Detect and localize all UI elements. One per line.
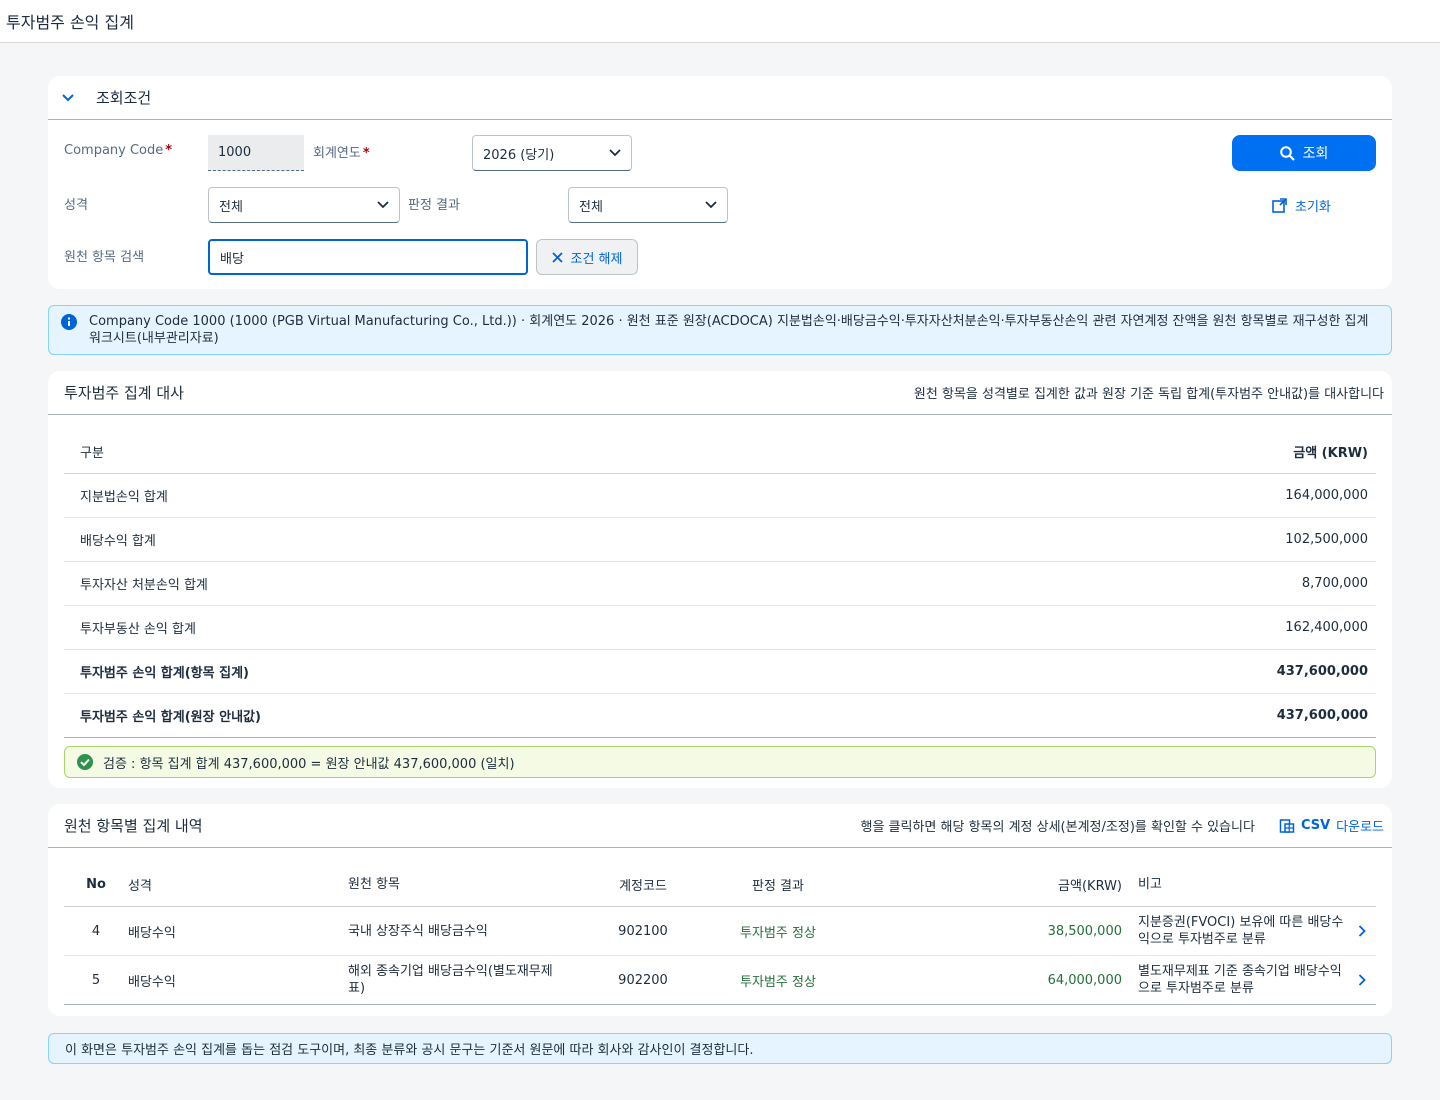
summary-hint: 원천 항목을 성격별로 집계한 값과 원장 기준 독립 합계(투자범주 안내값)… <box>913 387 1384 402</box>
navigation-arrow-icon[interactable] <box>1348 925 1376 937</box>
validation-strip: 검증 : 항목 집계 합계 437,600,000 = 원장 안내값 437,6… <box>64 746 1376 778</box>
row-label: 투자자산 처분손익 합계 <box>80 578 208 593</box>
summary-table: 구분 금액 (KRW) 지분법손익 합계 164,000,000 배당수익 합계… <box>64 429 1376 738</box>
row-amount: 38,500,000 <box>1047 923 1122 939</box>
filter-title: 조회조건 <box>96 89 152 107</box>
row-code: 902100 <box>618 923 668 939</box>
validation-text: 검증 : 항목 집계 합계 437,600,000 = 원장 안내값 437,6… <box>103 756 515 772</box>
col-type: 성격 <box>128 878 152 894</box>
row-type: 배당수익 <box>128 925 176 941</box>
search-input[interactable]: 배당 <box>208 239 528 275</box>
search-icon <box>1279 145 1295 161</box>
shell-bar: 투자범주 손익 집계 <box>0 0 1440 43</box>
row-amount: 437,600,000 <box>1276 664 1368 679</box>
row-item: 국내 상장주식 배당금수익 <box>348 923 488 939</box>
table-row: 지분법손익 합계 164,000,000 <box>64 474 1376 518</box>
row-label: 투자범주 손익 합계(원장 안내값) <box>80 710 261 725</box>
detail-hint: 행을 클릭하면 해당 항목의 계정 상세(본계정/조정)를 확인할 수 있습니다 <box>860 820 1255 835</box>
col-code: 계정코드 <box>619 878 667 894</box>
filter-panel: 조회조건 Company Code * 1000 회계연도 * 2026 (당기) … <box>48 76 1392 289</box>
nature-label: 성격 <box>64 198 88 213</box>
summary-title: 투자범주 집계 대사 <box>64 384 184 402</box>
chevron-down-icon[interactable] <box>60 90 76 106</box>
chevron-down-icon <box>705 201 717 209</box>
nature-select[interactable]: 전체 <box>208 187 400 223</box>
detail-table: No 성격 원천 항목 계정코드 판정 결과 금액(KRW) 비고 4 배당수익… <box>64 862 1376 1005</box>
row-item: 해외 종속기업 배당금수익(별도재무제표) <box>348 964 553 996</box>
row-amount: 64,000,000 <box>1047 972 1122 988</box>
search-label: 원천 항목 검색 <box>64 250 145 265</box>
reset-button[interactable]: 초기화 <box>1272 196 1331 215</box>
filter-panel-header[interactable]: 조회조건 <box>48 76 1392 120</box>
row-judge: 투자범주 정상 <box>740 925 816 941</box>
row-amount: 8,700,000 <box>1301 576 1368 591</box>
info-icon <box>61 314 77 330</box>
detail-title: 원천 항목별 집계 내역 <box>64 817 203 835</box>
company-code-label: Company Code * <box>64 143 173 158</box>
row-note: 지분증권(FVOCI) 보유에 따른 배당수익으로 투자범주로 분류 <box>1138 915 1344 947</box>
notice-strip: 이 화면은 투자범주 손익 집계를 돕는 점검 도구이며, 최종 분류와 공시 … <box>48 1033 1392 1064</box>
row-judge: 투자범주 정상 <box>740 974 816 990</box>
row-amount: 437,600,000 <box>1276 708 1368 723</box>
row-amount: 102,500,000 <box>1285 532 1368 547</box>
summary-header: 투자범주 집계 대사 원천 항목을 성격별로 집계한 값과 원장 기준 독립 합… <box>48 371 1392 415</box>
table-row: 투자범주 손익 합계(항목 집계) 437,600,000 <box>64 650 1376 694</box>
col-note: 비고 <box>1138 876 1162 892</box>
col-item: 원천 항목 <box>348 876 400 892</box>
row-type: 배당수익 <box>128 974 176 990</box>
summary-table-header: 구분 금액 (KRW) <box>64 429 1376 474</box>
detail-header: 원천 항목별 집계 내역 행을 클릭하면 해당 항목의 계정 상세(본계정/조정… <box>48 804 1392 848</box>
row-amount: 162,400,000 <box>1285 620 1368 635</box>
col-judge: 판정 결과 <box>752 878 804 894</box>
table-row[interactable]: 4 배당수익 국내 상장주식 배당금수익 902100 투자범주 정상 38,5… <box>64 907 1376 956</box>
table-row: 투자범주 손익 합계(원장 안내값) 437,600,000 <box>64 694 1376 738</box>
col-no: No <box>86 876 106 892</box>
row-note: 별도재무제표 기준 종속기업 배당수익으로 투자범주로 분류 <box>1138 964 1342 996</box>
query-button[interactable]: 조회 <box>1232 135 1376 171</box>
info-message-strip: Company Code 1000 (1000 (PGB Virtual Man… <box>48 305 1392 355</box>
judgement-label: 판정 결과 <box>408 198 460 213</box>
info-text: Company Code 1000 (1000 (PGB Virtual Man… <box>89 314 1369 346</box>
summary-panel: 투자범주 집계 대사 원천 항목을 성격별로 집계한 값과 원장 기준 독립 합… <box>48 371 1392 788</box>
table-row[interactable]: 5 배당수익 해외 종속기업 배당금수익(별도재무제표) 902200 투자범주… <box>64 956 1376 1005</box>
chevron-down-icon <box>377 201 389 209</box>
chevron-down-icon <box>609 149 621 157</box>
row-no: 4 <box>91 923 101 939</box>
detail-table-header: No 성격 원천 항목 계정코드 판정 결과 금액(KRW) 비고 <box>64 862 1376 907</box>
row-label: 투자부동산 손익 합계 <box>80 622 196 637</box>
col-label: 구분 <box>80 445 104 461</box>
detail-panel: 원천 항목별 집계 내역 행을 클릭하면 해당 항목의 계정 상세(본계정/조정… <box>48 804 1392 1016</box>
app-title: 투자범주 손익 집계 <box>6 13 134 32</box>
row-no: 5 <box>91 972 101 988</box>
clear-filter-button[interactable]: 조건 해제 <box>536 239 638 275</box>
judgement-select[interactable]: 전체 <box>568 187 728 223</box>
reset-icon <box>1272 198 1287 213</box>
fiscal-year-label: 회계연도 * <box>313 146 370 161</box>
row-code: 902200 <box>618 972 668 988</box>
row-label: 배당수익 합계 <box>80 534 156 549</box>
fiscal-year-select[interactable]: 2026 (당기) <box>472 135 632 171</box>
spreadsheet-icon <box>1279 818 1295 833</box>
col-amount: 금액 (KRW) <box>1293 445 1368 461</box>
table-row: 투자부동산 손익 합계 162,400,000 <box>64 606 1376 650</box>
success-check-icon <box>77 754 93 770</box>
row-amount: 164,000,000 <box>1285 488 1368 503</box>
company-code-field: 1000 <box>208 135 304 171</box>
table-row: 배당수익 합계 102,500,000 <box>64 518 1376 562</box>
navigation-arrow-icon[interactable] <box>1348 974 1376 986</box>
row-label: 투자범주 손익 합계(항목 집계) <box>80 666 249 681</box>
row-label: 지분법손익 합계 <box>80 490 168 505</box>
csv-download-button[interactable]: CSV 다운로드 <box>1279 816 1384 835</box>
col-amount: 금액(KRW) <box>1058 878 1122 894</box>
close-icon <box>551 251 563 263</box>
notice-text: 이 화면은 투자범주 손익 집계를 돕는 점검 도구이며, 최종 분류와 공시 … <box>65 1043 754 1058</box>
table-row: 투자자산 처분손익 합계 8,700,000 <box>64 562 1376 606</box>
